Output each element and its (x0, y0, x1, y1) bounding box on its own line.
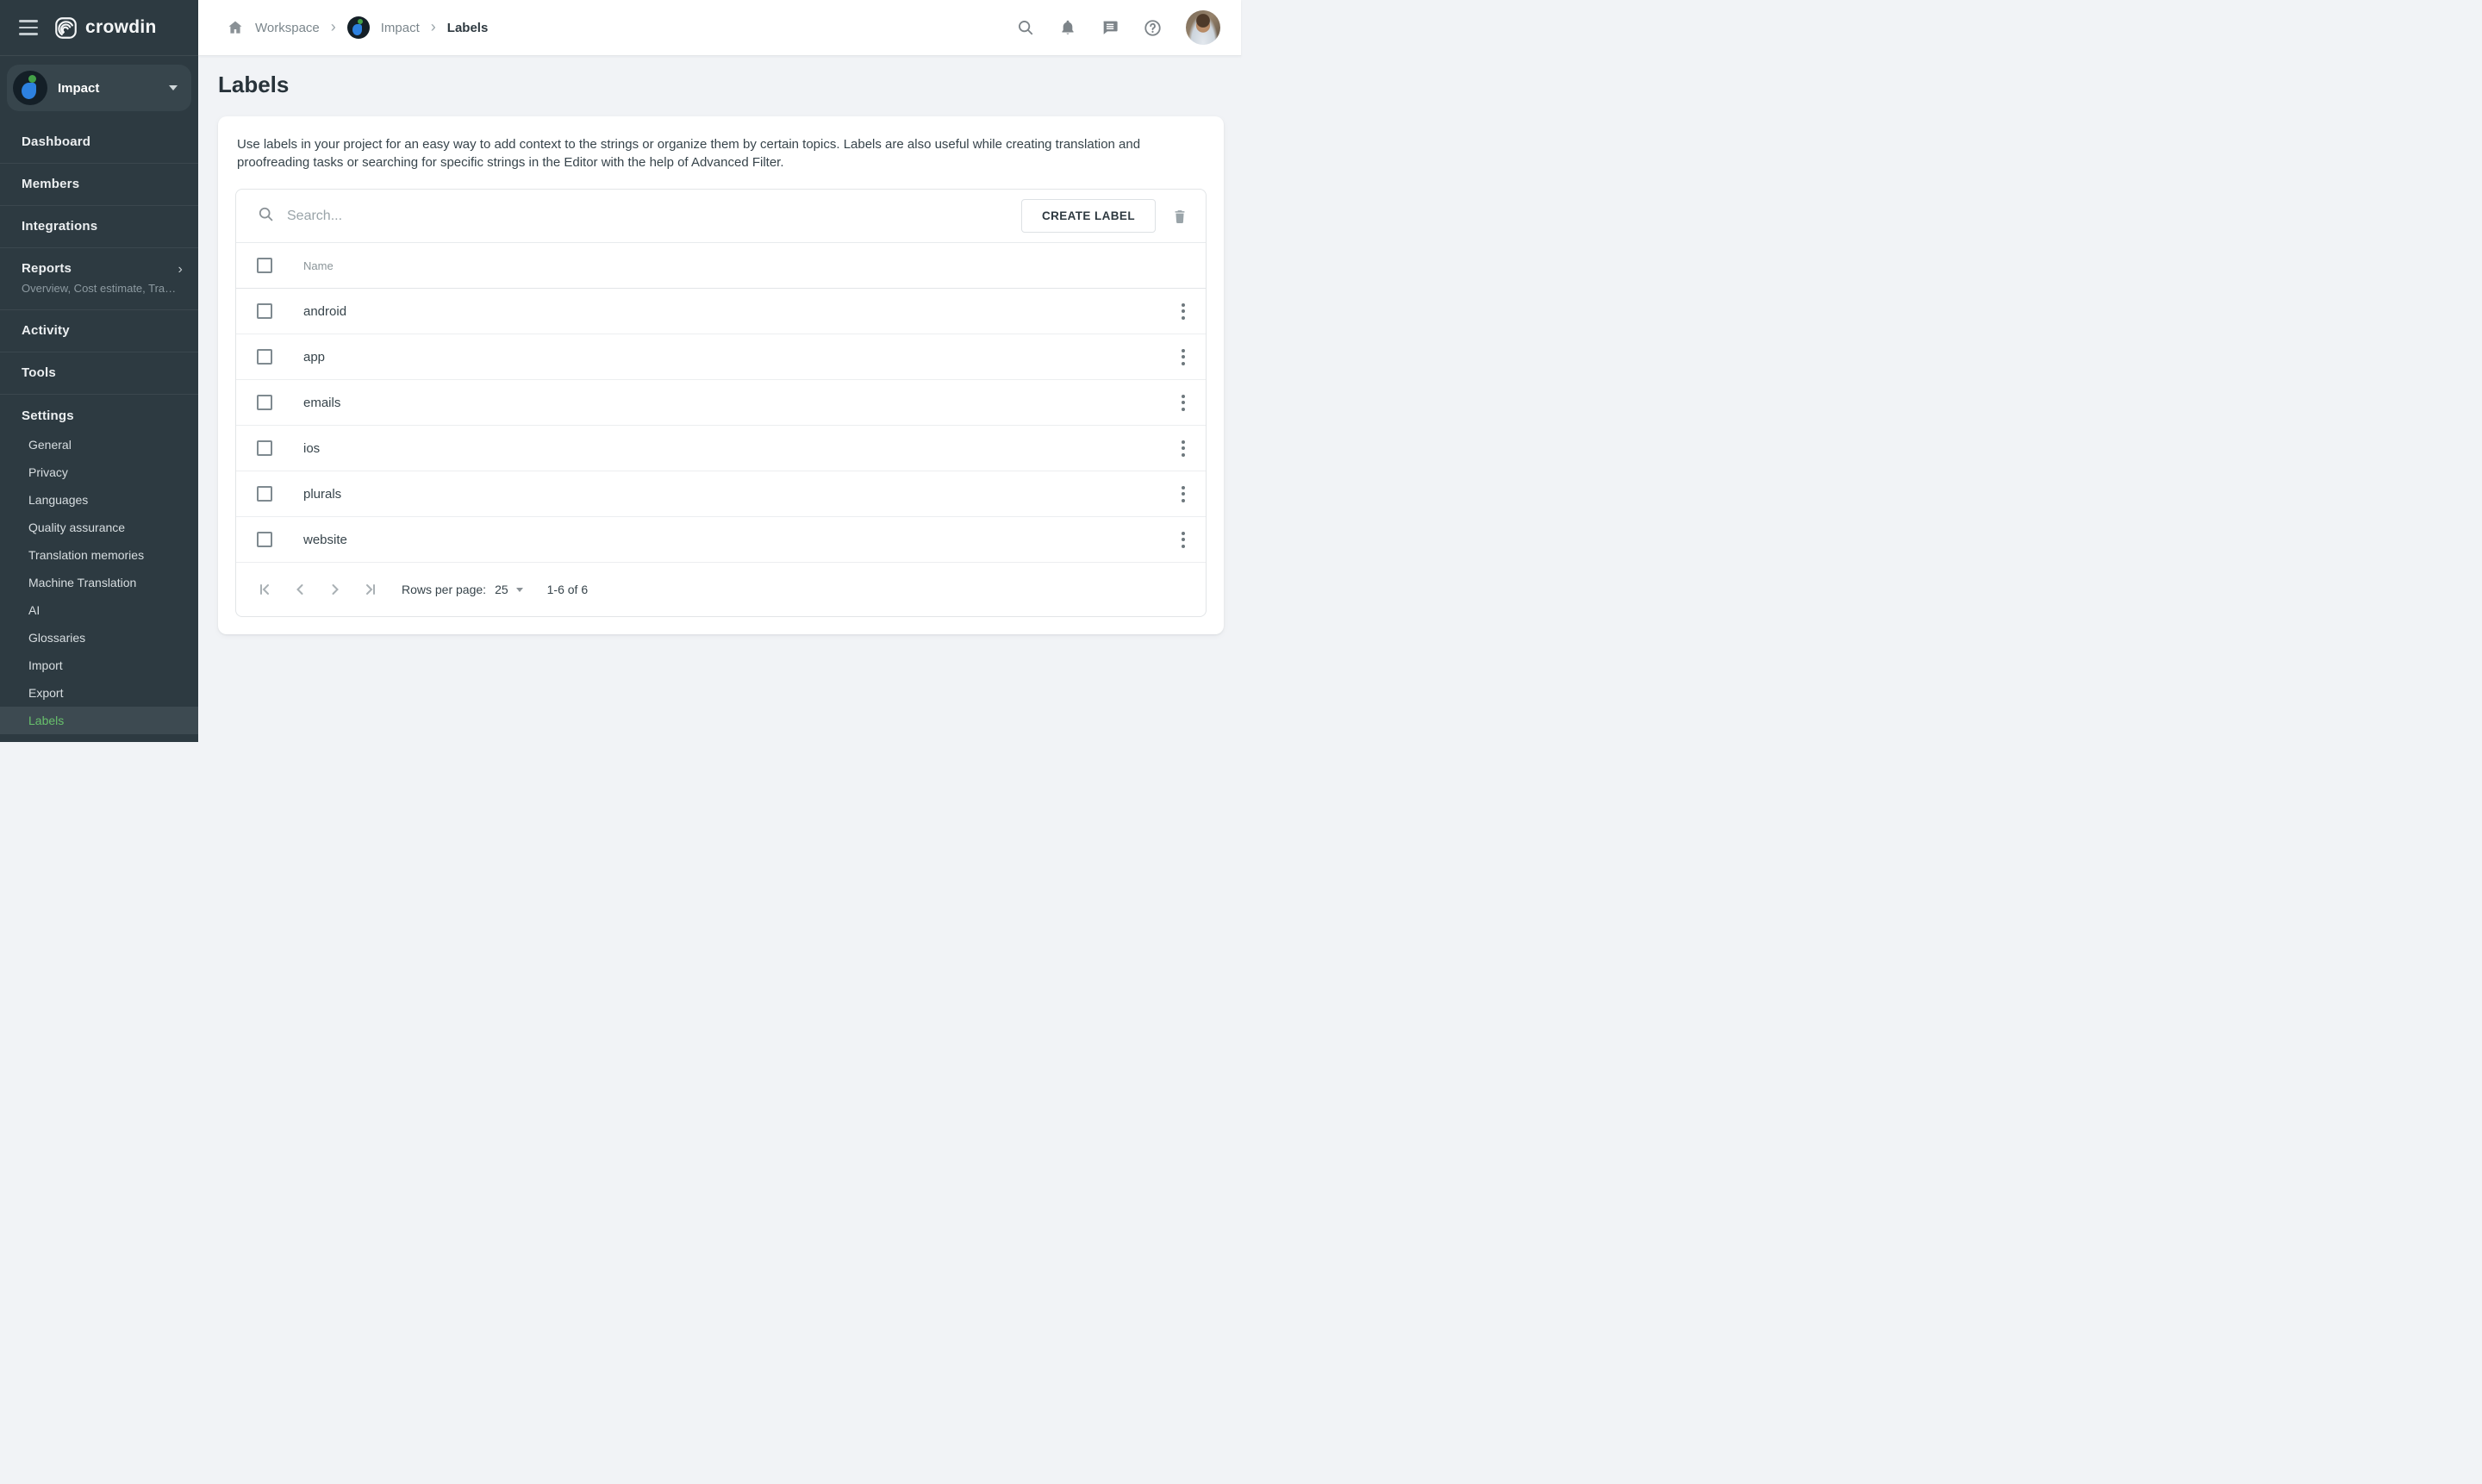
label-name: app (303, 350, 325, 365)
sidebar-item-machine-translation[interactable]: Machine Translation (0, 569, 198, 596)
table-row: ios (236, 426, 1206, 471)
sidebar-item-export[interactable]: Export (0, 679, 198, 707)
sidebar-nav: Dashboard Members Integrations Reports ›… (0, 122, 198, 395)
bell-icon[interactable] (1058, 18, 1077, 37)
prev-page-icon[interactable] (292, 582, 308, 597)
breadcrumb-project[interactable]: Impact (381, 21, 420, 35)
project-avatar (13, 71, 47, 105)
home-icon[interactable] (227, 19, 244, 36)
labels-description: Use labels in your project for an easy w… (237, 135, 1205, 171)
sidebar: crowdin Impact Dashboard Members Integra… (0, 0, 198, 742)
sidebar-item-quality-assurance[interactable]: Quality assurance (0, 514, 198, 541)
sidebar-item-import[interactable]: Import (0, 652, 198, 679)
help-icon[interactable] (1143, 18, 1163, 38)
label-name: android (303, 304, 346, 319)
crowdin-logo-icon (54, 16, 78, 40)
rows-per-page-value: 25 (495, 583, 508, 596)
settings-section-heading: Settings (0, 395, 198, 431)
brand-wordmark: crowdin (85, 17, 157, 38)
breadcrumb-workspace[interactable]: Workspace (255, 21, 320, 35)
search-toolbar: CREATE LABEL (236, 190, 1206, 243)
page-title: Labels (218, 72, 1224, 97)
table-row: emails (236, 380, 1206, 426)
chevron-right-icon: › (331, 19, 336, 34)
sidebar-item-glossaries[interactable]: Glossaries (0, 624, 198, 652)
row-checkbox[interactable] (257, 532, 272, 547)
search-input[interactable] (287, 209, 1021, 224)
label-name: plurals (303, 487, 341, 502)
next-page-icon[interactable] (327, 582, 343, 597)
project-name: Impact (58, 81, 99, 96)
sidebar-item-general[interactable]: General (0, 431, 198, 458)
crowdin-logo[interactable]: crowdin (54, 16, 157, 40)
chat-icon[interactable] (1101, 18, 1119, 37)
search-icon (257, 205, 275, 228)
sidebar-item-privacy[interactable]: Privacy (0, 458, 198, 486)
sidebar-item-tools[interactable]: Tools (0, 352, 198, 395)
sidebar-item-activity[interactable]: Activity (0, 310, 198, 352)
topbar-actions (1016, 10, 1220, 45)
app-root: crowdin Impact Dashboard Members Integra… (0, 0, 1241, 742)
kebab-menu-icon[interactable] (1176, 528, 1190, 552)
sidebar-item-translation-memories[interactable]: Translation memories (0, 541, 198, 569)
sidebar-item-members[interactable]: Members (0, 164, 198, 206)
labels-panel: CREATE LABEL Name android (235, 189, 1207, 617)
pager-controls (257, 582, 378, 597)
table-row: app (236, 334, 1206, 380)
topbar: Workspace › Impact › Labels (198, 0, 1241, 56)
breadcrumb-project-avatar[interactable] (347, 16, 370, 39)
row-checkbox[interactable] (257, 395, 272, 410)
kebab-menu-icon[interactable] (1176, 483, 1190, 506)
sidebar-item-languages[interactable]: Languages (0, 486, 198, 514)
chevron-down-icon (516, 588, 523, 592)
row-checkbox[interactable] (257, 440, 272, 456)
create-label-button[interactable]: CREATE LABEL (1021, 199, 1156, 233)
chevron-right-icon: › (178, 262, 183, 277)
reports-subtitle: Overview, Cost estimate, Transl… (22, 281, 179, 296)
sidebar-item-dashboard[interactable]: Dashboard (0, 122, 198, 164)
row-checkbox[interactable] (257, 349, 272, 365)
label-name: ios (303, 441, 320, 456)
user-avatar[interactable] (1186, 10, 1220, 45)
rows-per-page-select[interactable]: 25 (495, 583, 523, 596)
sidebar-item-integrations[interactable]: Integrations (0, 206, 198, 248)
table-row: android (236, 289, 1206, 334)
label-name: website (303, 533, 347, 547)
first-page-icon[interactable] (257, 582, 272, 597)
table-row: website (236, 517, 1206, 563)
kebab-menu-icon[interactable] (1176, 346, 1190, 369)
trash-icon[interactable] (1171, 208, 1188, 225)
kebab-menu-icon[interactable] (1176, 437, 1190, 460)
column-header-name: Name (303, 259, 334, 272)
select-all-checkbox[interactable] (257, 258, 272, 273)
project-selector[interactable]: Impact (7, 65, 191, 111)
pagination-range: 1-6 of 6 (547, 583, 588, 596)
kebab-menu-icon[interactable] (1176, 391, 1190, 415)
search-icon[interactable] (1016, 18, 1035, 37)
sidebar-item-ai[interactable]: AI (0, 596, 198, 624)
hamburger-menu-icon[interactable] (17, 16, 40, 39)
pagination-bar: Rows per page: 25 1-6 of 6 (236, 563, 1206, 616)
chevron-right-icon: › (431, 19, 436, 34)
sidebar-item-labels[interactable]: Labels (0, 707, 198, 734)
label-name: emails (303, 396, 340, 410)
main-column: Workspace › Impact › Labels (198, 0, 1241, 742)
last-page-icon[interactable] (363, 582, 378, 597)
rows-per-page-label: Rows per page: (402, 583, 486, 596)
row-checkbox[interactable] (257, 303, 272, 319)
row-checkbox[interactable] (257, 486, 272, 502)
content-area: Labels Use labels in your project for an… (198, 56, 1241, 742)
breadcrumb: Workspace › Impact › Labels (227, 16, 488, 39)
labels-card: Use labels in your project for an easy w… (218, 116, 1224, 634)
breadcrumb-current: Labels (447, 21, 489, 35)
kebab-menu-icon[interactable] (1176, 300, 1190, 323)
table-row: plurals (236, 471, 1206, 517)
chevron-down-icon (169, 85, 178, 90)
table-header: Name (236, 243, 1206, 289)
sidebar-header: crowdin (0, 0, 198, 56)
sidebar-item-reports[interactable]: Reports › Overview, Cost estimate, Trans… (0, 248, 198, 310)
